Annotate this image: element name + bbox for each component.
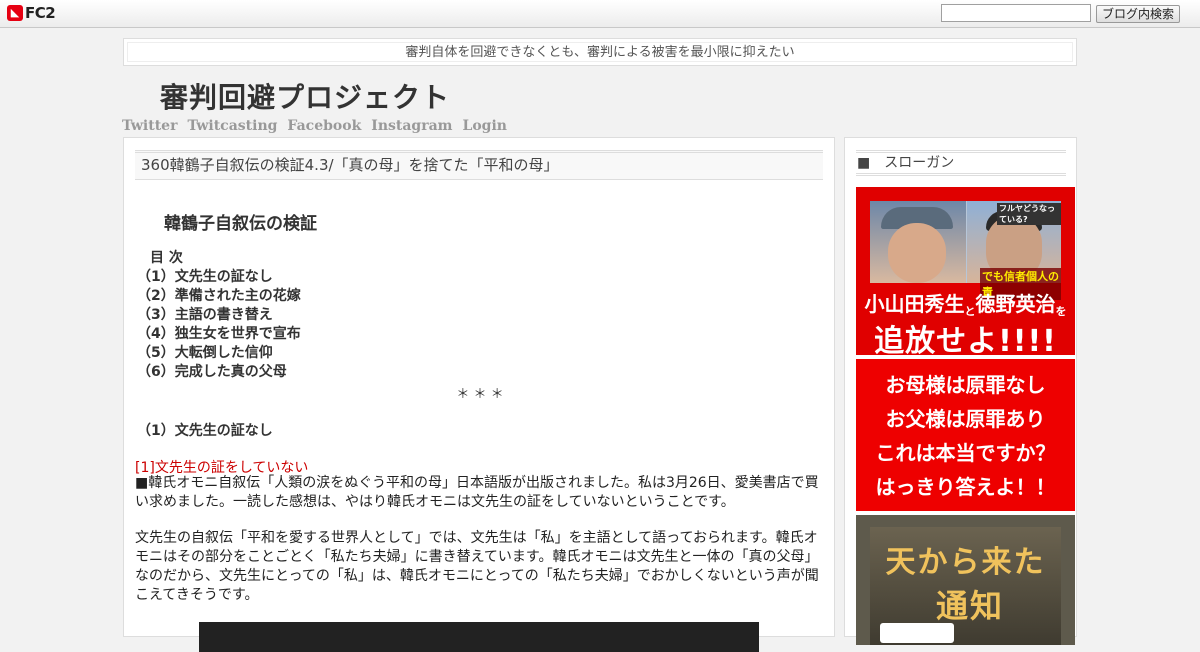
blog-description-box: 審判自体を回避できなくとも、審判による被害を最小限に抑えたい: [123, 38, 1077, 66]
toc-item: （2）準備された主の花嫁: [137, 288, 301, 304]
table-of-contents: 目 次 （1）文先生の証なし （2）準備された主の花嫁 （3）主語の書き替え （…: [137, 249, 301, 382]
book-label-bar: [880, 623, 954, 643]
blog-search-input[interactable]: [941, 4, 1091, 22]
nav-link-twitcasting[interactable]: Twitcasting: [187, 118, 277, 134]
banner-photo: フルヤどうなっている? でも信者個人の責: [870, 201, 1061, 300]
paragraph-2: 文先生の自叙伝「平和を愛する世界人として」では、文先生は「私」を主語として語って…: [135, 530, 819, 603]
sidebar: ■ スローガン フルヤどうなっている? でも信者個人の責 小山田秀生と徳野英治を …: [844, 137, 1077, 645]
paragraph-1: ■韓氏オモニ自叙伝「人類の涙をぬぐう平和の母」日本語版が出版されました。私は3月…: [135, 475, 819, 510]
banner1-names: 小山田秀生と徳野英治を: [856, 288, 1075, 319]
square-bullet-icon: ■: [857, 155, 871, 171]
blog-title[interactable]: 審判回避プロジェクト: [160, 76, 450, 116]
book-banner[interactable]: 天から来た 通知: [856, 515, 1075, 645]
toc-item: （6）完成した真の父母: [137, 364, 287, 380]
slogan-banner-original-sin[interactable]: お母様は原罪なし お父様は原罪あり これは本当ですか？ はっきり答えよ！！: [856, 359, 1075, 511]
face-shape-left: [888, 223, 946, 283]
nav-link-facebook[interactable]: Facebook: [287, 118, 361, 134]
slogan-banner-expel[interactable]: フルヤどうなっている? でも信者個人の責 小山田秀生と徳野英治を 追放せよ!!!…: [856, 187, 1075, 355]
entry-title[interactable]: 360韓鶴子自叙伝の検証4.3/「真の母」を捨てた「平和の母」: [135, 150, 823, 180]
nav-link-instagram[interactable]: Instagram: [371, 118, 452, 134]
fc2-header-bar: ◣ FC2 ブログ内検索: [0, 0, 1200, 28]
book-title-line1: 天から来た: [885, 545, 1046, 580]
banner1-slogan: 追放せよ!!!!: [874, 324, 1057, 355]
toc-item: （4）独生女を世界で宣布: [137, 326, 301, 342]
embedded-video[interactable]: [199, 622, 759, 652]
banner2-line: これは本当ですか？: [875, 441, 1056, 465]
section-divider-stars: ＊ ＊ ＊: [456, 387, 504, 402]
sidebar-title-text: スローガン: [884, 155, 955, 171]
banner1-name-a: 小山田秀生: [864, 292, 965, 316]
banner2-line: はっきり答えよ！！: [875, 475, 1056, 499]
fc2-fox-icon: ◣: [7, 5, 23, 21]
nav-link-twitter[interactable]: Twitter: [122, 118, 177, 134]
sidebar-title: ■ スローガン: [856, 150, 1066, 176]
toc-heading: 目 次: [150, 250, 183, 266]
photo-top-caption: フルヤどうなっている?: [997, 203, 1061, 225]
blog-description: 審判自体を回避できなくとも、審判による被害を最小限に抑えたい: [127, 42, 1073, 62]
toc-item: （1）文先生の証なし: [137, 269, 273, 285]
subsection-heading: （1）文先生の証なし: [137, 423, 273, 439]
banner2-line: お父様は原罪あり: [885, 407, 1046, 431]
blog-nav: Twitter Twitcasting Facebook Instagram L…: [122, 118, 507, 134]
entry-container: 360韓鶴子自叙伝の検証4.3/「真の母」を捨てた「平和の母」 韓鶴子自叙伝の検…: [123, 137, 835, 652]
toc-item: （5）大転倒した信仰: [137, 345, 273, 361]
nav-link-login[interactable]: Login: [462, 118, 506, 134]
toc-item: （3）主語の書き替え: [137, 307, 273, 323]
fc2-logo[interactable]: ◣ FC2: [7, 4, 56, 22]
section-heading: 韓鶴子自叙伝の検証: [164, 214, 317, 234]
banner2-line: お母様は原罪なし: [885, 373, 1046, 397]
banner1-name-b: 徳野英治: [975, 292, 1056, 316]
fc2-logo-text: FC2: [25, 4, 56, 22]
book-title-line2: 通知: [936, 587, 1005, 625]
blog-search-button[interactable]: ブログ内検索: [1096, 5, 1180, 23]
